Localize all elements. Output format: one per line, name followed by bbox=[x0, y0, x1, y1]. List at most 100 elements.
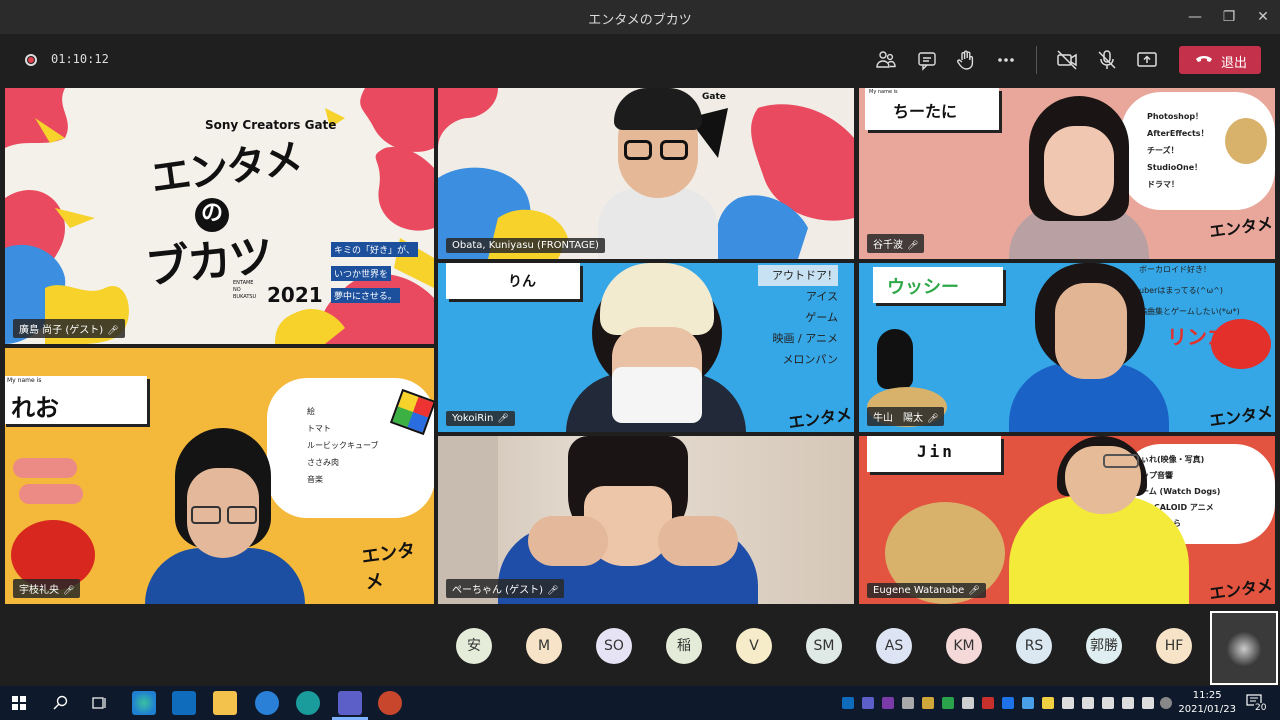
logo-sticker: エンタメ bbox=[1208, 575, 1274, 604]
restore-button[interactable]: ❐ bbox=[1220, 8, 1238, 26]
tray-app-icon[interactable] bbox=[1160, 697, 1172, 709]
participant-name: 宇枝礼央 🎤︎ bbox=[13, 579, 81, 598]
roster-avatar[interactable]: KM bbox=[946, 628, 982, 664]
apple-sticker-text: リンゴ bbox=[1167, 325, 1227, 349]
participant-roster: 安 M SO 稲 V SM AS KM RS 郭勝 HF bbox=[0, 628, 1280, 668]
self-avatar bbox=[1226, 631, 1262, 667]
roster-avatar[interactable]: 安 bbox=[456, 628, 492, 664]
video-tile-reo[interactable]: My name is れお 絵 トマト ルービックキューブ ささみ肉 音楽 エン… bbox=[5, 348, 434, 604]
app-icon[interactable] bbox=[296, 691, 320, 715]
meeting-timer: 01:10:12 bbox=[51, 52, 109, 66]
leave-button[interactable]: 退出 bbox=[1179, 46, 1261, 74]
raise-hand-icon[interactable] bbox=[953, 47, 979, 73]
chat-icon[interactable] bbox=[914, 47, 940, 73]
tray-teams-icon[interactable] bbox=[862, 697, 874, 709]
self-preview[interactable] bbox=[1210, 611, 1278, 685]
mic-icon: 🎤︎ bbox=[497, 414, 509, 424]
windows-start-icon[interactable] bbox=[12, 696, 26, 710]
video-tile-ushiyama[interactable]: ウッシー ボーカロイド好き！ uberはまってる(^ω^) 編曲集とゲームしたい… bbox=[859, 263, 1275, 432]
window-titlebar: エンタメのブカツ — ❐ ✕ bbox=[0, 0, 1280, 34]
mic-icon: 🎤︎ bbox=[63, 586, 75, 596]
tray-app-icon[interactable] bbox=[1142, 697, 1154, 709]
banner-sub: ENTAME NO BUKATSU bbox=[233, 280, 257, 300]
nickname-card: My name is ちーたに bbox=[865, 88, 999, 130]
tray-battery-icon[interactable] bbox=[1082, 697, 1094, 709]
nickname-card: Jin bbox=[867, 436, 1001, 472]
tray-onenote-icon[interactable] bbox=[882, 697, 894, 709]
participant-video bbox=[588, 88, 718, 259]
nickname: ちーたに bbox=[893, 102, 958, 121]
participant-name: 廣島 尚子 (ゲスト) 🎤︎ bbox=[13, 319, 125, 338]
mic-off-icon[interactable] bbox=[1094, 47, 1120, 73]
roster-avatar[interactable]: 稲 bbox=[666, 628, 702, 664]
logo-sticker: エンタメ bbox=[1208, 402, 1274, 431]
potato-sticker bbox=[1225, 118, 1267, 164]
tray-bluetooth-icon[interactable] bbox=[1002, 697, 1014, 709]
tray-keyboard-icon[interactable] bbox=[1062, 697, 1074, 709]
likes-list: アウトドア！ アイス ゲーム 映画 / アニメ メロンパン bbox=[758, 265, 838, 370]
participant-name: YokoiRin 🎤︎ bbox=[446, 411, 515, 426]
participant-name: 谷千波 🎤︎ bbox=[867, 234, 925, 253]
logo-sticker: エンタメ bbox=[360, 539, 417, 594]
video-tile-yokoirin[interactable]: りん アウトドア！ アイス ゲーム 映画 / アニメ メロンパン エンタメ Yo… bbox=[438, 263, 854, 432]
camera-off-icon[interactable] bbox=[1054, 47, 1080, 73]
sausage-sticker bbox=[19, 484, 83, 504]
roster-avatar[interactable]: SM bbox=[806, 628, 842, 664]
task-view-icon[interactable] bbox=[91, 695, 107, 711]
windows-taskbar: 11:25 2021/01/23 20 bbox=[0, 686, 1280, 720]
outlook-icon[interactable] bbox=[172, 691, 196, 715]
participants-icon[interactable] bbox=[873, 47, 899, 73]
roster-avatar[interactable]: RS bbox=[1016, 628, 1052, 664]
notification-count: 20 bbox=[1254, 703, 1268, 713]
banner-year: 2021 bbox=[267, 283, 323, 307]
teams-icon[interactable] bbox=[338, 691, 362, 715]
video-tile-tani[interactable]: My name is ちーたに Photoshop！ AfterEffects！… bbox=[859, 88, 1275, 259]
video-tile-obata[interactable]: Gate Obata, Kuniyasu (FRONTAGE) bbox=[438, 88, 854, 259]
leave-label: 退出 bbox=[1221, 56, 1248, 71]
minimize-button[interactable]: — bbox=[1186, 8, 1204, 26]
participant-video bbox=[1009, 263, 1169, 432]
tray-app-icon[interactable] bbox=[902, 697, 914, 709]
tagline-1: キミの「好き」が、 bbox=[331, 242, 418, 257]
share-screen-icon[interactable] bbox=[1134, 47, 1160, 73]
tray-network-icon[interactable] bbox=[1102, 697, 1114, 709]
close-button[interactable]: ✕ bbox=[1254, 8, 1272, 26]
mic-icon: 🎤︎ bbox=[907, 241, 919, 251]
roster-avatar[interactable]: HF bbox=[1156, 628, 1192, 664]
video-tile-hiroshima[interactable]: Sony Creators Gate エンタメ の ブカツ 2021 ENTAM… bbox=[5, 88, 434, 344]
roster-avatar[interactable]: V bbox=[736, 628, 772, 664]
edge-icon[interactable] bbox=[132, 691, 156, 715]
toolbar-divider bbox=[1036, 46, 1037, 74]
roster-avatar[interactable]: M bbox=[526, 628, 562, 664]
video-tile-pechan[interactable]: ぺーちゃん (ゲスト) 🎤︎ bbox=[438, 436, 854, 604]
system-clock[interactable]: 11:25 2021/01/23 bbox=[1178, 689, 1236, 717]
nickname-card: ウッシー bbox=[873, 267, 1003, 303]
powerpoint-icon[interactable] bbox=[378, 691, 402, 715]
file-explorer-icon[interactable] bbox=[213, 691, 237, 715]
tray-mcafee-icon[interactable] bbox=[982, 697, 994, 709]
participant-video bbox=[145, 428, 305, 604]
roster-avatar[interactable]: 郭勝 bbox=[1086, 628, 1122, 664]
search-icon[interactable] bbox=[53, 695, 69, 711]
window-title: エンタメのブカツ bbox=[588, 13, 692, 28]
tray-app-icon[interactable] bbox=[922, 697, 934, 709]
roster-avatar[interactable]: AS bbox=[876, 628, 912, 664]
roster-avatar[interactable]: SO bbox=[596, 628, 632, 664]
tray-app-icon[interactable] bbox=[942, 697, 954, 709]
tray-app-icon[interactable] bbox=[962, 697, 974, 709]
tray-volume-icon[interactable] bbox=[1122, 697, 1134, 709]
more-options-icon[interactable] bbox=[993, 47, 1019, 73]
clock-date: 2021/01/23 bbox=[1178, 704, 1236, 715]
tray-app-icon[interactable] bbox=[1042, 697, 1054, 709]
likes-list: 絵 トマト ルービックキューブ ささみ肉 音楽 bbox=[307, 407, 379, 484]
logo-sticker: エンタメ bbox=[1208, 213, 1274, 242]
participant-video bbox=[1009, 436, 1189, 604]
video-tile-eugene[interactable]: Jin ぃれ(映像・写真) ップ音響 ーム (Watch Dogs) VOCAL… bbox=[859, 436, 1275, 604]
internet-explorer-icon[interactable] bbox=[255, 691, 279, 715]
recording-icon bbox=[25, 54, 37, 66]
tagline-2: いつか世界を bbox=[331, 266, 392, 281]
participant-name: Obata, Kuniyasu (FRONTAGE) bbox=[446, 238, 605, 253]
tray-app-icon[interactable] bbox=[1022, 697, 1034, 709]
clock-time: 11:25 bbox=[1192, 690, 1222, 701]
tray-outlook-icon[interactable] bbox=[842, 697, 854, 709]
